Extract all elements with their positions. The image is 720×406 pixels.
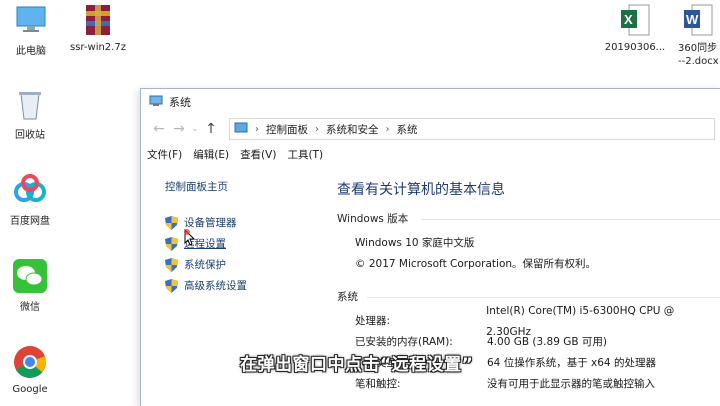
sidebar-item-system-protection[interactable]: 系统保护 [165,254,315,275]
spec-value: 4.00 GB (3.89 GB 可用) [487,336,607,348]
desktop-icon-this-pc[interactable]: 此电脑 [0,2,66,57]
page-heading: 查看有关计算机的基本信息 [337,182,505,198]
winrar-archive-icon [80,2,116,38]
menu-tools[interactable]: 工具(T) [287,147,323,162]
uac-shield-icon [165,215,178,230]
recent-dropdown-icon[interactable]: ⌄ [189,124,201,134]
svg-text:X: X [624,12,633,27]
desktop-icon-label: 20190306... [604,42,666,53]
desktop-icon-label: 百度网盘 [10,216,50,227]
section-header-windows-edition: Windows 版本 [337,211,720,229]
desktop-icon-label: Google [12,384,48,395]
uac-shield-icon [165,257,178,272]
desktop-icon-label: 微信 [20,302,40,313]
wechat-icon [12,258,48,294]
title-bar[interactable]: 系统 [141,89,720,115]
mouse-pointer-icon [184,229,195,246]
sidebar-item-label: 系统保护 [184,259,226,271]
section-divider [367,297,720,298]
desktop-icon-label: ssr-win2.7z [70,42,126,53]
baidu-netdisk-icon [12,172,48,208]
uac-shield-icon [165,278,178,293]
control-panel-icon [234,122,248,137]
system-window-icon [149,95,163,110]
copyright-text: © 2017 Microsoft Corporation。保留所有权利。 [355,258,597,270]
up-arrow-icon[interactable]: ↑ [201,121,221,137]
recycle-bin-icon [12,86,48,122]
forward-arrow-icon[interactable]: → [169,121,189,137]
spec-row-processor: 处理器: Intel(R) Core(TM) i5-6300HQ CPU @ 2… [355,305,720,338]
address-bar[interactable]: › 控制面板 › 系统和安全 › 系统 [229,118,715,140]
menu-bar: 文件(F) 编辑(E) 查看(V) 工具(T) [141,143,720,165]
desktop-icon-recycle-bin[interactable]: 回收站 [0,86,65,141]
menu-edit[interactable]: 编辑(E) [193,147,229,162]
section-title: Windows 版本 [337,213,409,225]
breadcrumb-control-panel[interactable]: 控制面板 [266,122,308,137]
navigation-bar: ← → ⌄ ↑ › 控制面板 › 系统和安全 › 系统 [141,115,720,143]
sidebar-item-advanced-settings[interactable]: 高级系统设置 [165,275,315,296]
section-header-system: 系统 [337,289,720,307]
desktop-icon-word-file[interactable]: W 360同步 --2.docx [664,2,720,68]
desktop-icon-label: 此电脑 [16,46,46,57]
excel-icon: X [617,2,653,38]
spec-value: 64 位操作系统，基于 x64 的处理器 [487,357,656,369]
window-title: 系统 [169,96,191,109]
desktop-icon-archive[interactable]: ssr-win2.7z [63,2,133,53]
spec-row-pen-touch: 笔和触控: 没有可用于此显示器的笔或触控输入 [355,374,720,395]
chevron-right-icon: › [315,123,319,135]
video-subtitle: 在弹出窗口中点击“远程设置” [240,355,474,375]
svg-text:W: W [686,12,699,27]
section-title: 系统 [337,291,358,303]
desktop-icon-wechat[interactable]: 微信 [0,258,65,313]
breadcrumb-system-security[interactable]: 系统和安全 [326,122,379,137]
sidebar-home-link[interactable]: 控制面板主页 [165,179,315,194]
section-divider [421,219,720,220]
spec-key: 处理器: [355,315,391,327]
chevron-right-icon: › [385,123,390,135]
spec-key: 笔和触控: [355,378,401,390]
word-icon: W [680,2,716,38]
sidebar-item-label: 高级系统设置 [184,280,247,292]
windows-edition-value: Windows 10 家庭中文版 [355,237,475,249]
desktop-icon-label: 360同步 --2.docx [678,43,719,67]
desktop-icon-label: 回收站 [15,130,45,141]
sidebar-item-label: 设备管理器 [184,217,237,229]
desktop-icon-excel-file[interactable]: X 20190306... [600,2,670,53]
uac-shield-icon [165,236,178,251]
menu-file[interactable]: 文件(F) [147,147,182,162]
computer-icon [13,2,49,38]
back-arrow-icon[interactable]: ← [149,121,169,137]
chrome-icon [12,344,48,380]
spec-value: 没有可用于此显示器的笔或触控输入 [487,378,655,390]
menu-view[interactable]: 查看(V) [240,147,276,162]
desktop-icon-baidu-netdisk[interactable]: 百度网盘 [0,172,65,227]
desktop-icon-google-chrome[interactable]: Google [0,344,65,395]
chevron-right-icon: › [255,123,259,135]
breadcrumb-system[interactable]: 系统 [397,122,418,137]
